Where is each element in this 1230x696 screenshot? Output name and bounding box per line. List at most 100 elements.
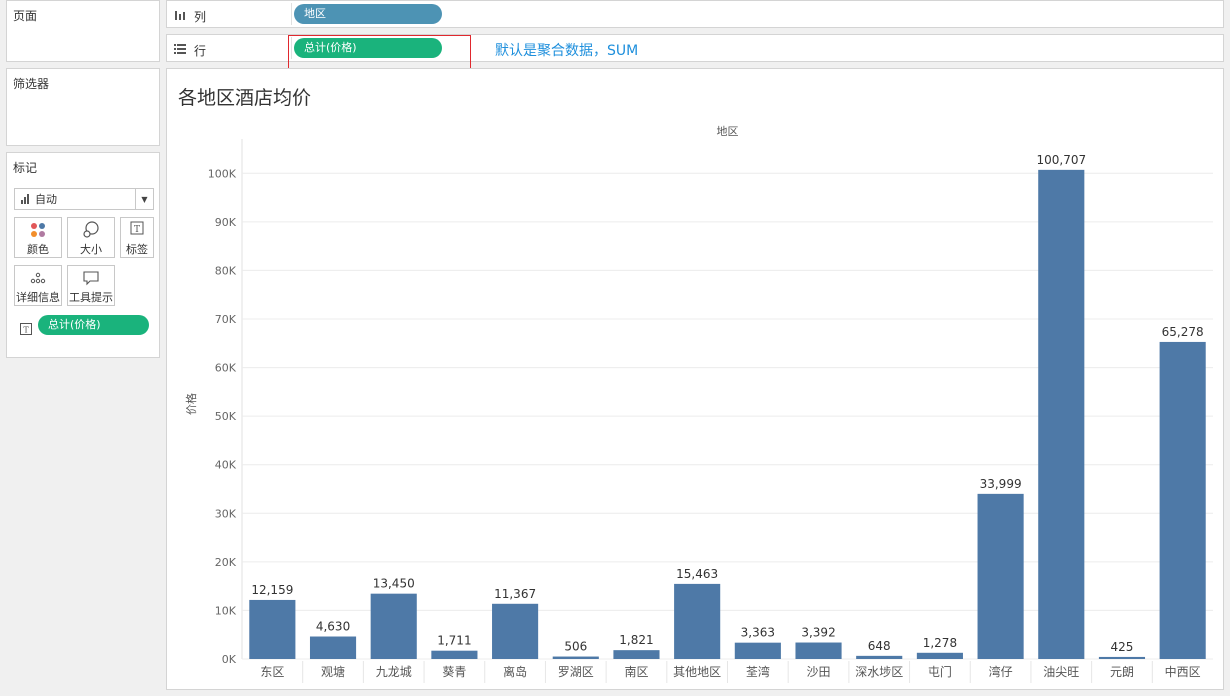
mark-type-value: 自动: [35, 193, 57, 206]
columns-shelf-label: 列: [174, 8, 206, 25]
color-dots-icon: [15, 221, 61, 241]
tooltip-icon: [68, 269, 114, 289]
bar: [916, 652, 963, 659]
y-tick-label: 0K: [222, 653, 237, 666]
marks-card: 标记 自动 ▼ 颜色 大小 T 标签 详细信息 工具提示 T 总计(价格): [6, 152, 160, 358]
label-field-pill[interactable]: 总计(价格): [38, 315, 149, 335]
bar-value-label: 3,363: [741, 626, 775, 640]
x-category-label: 观塘: [321, 664, 345, 679]
bar-value-label: 33,999: [980, 477, 1022, 491]
label-button[interactable]: T 标签: [120, 217, 154, 258]
label-label: 标签: [126, 243, 148, 256]
y-tick-label: 90K: [215, 216, 237, 229]
x-category-label: 罗湖区: [558, 664, 594, 679]
annotation-text: 默认是聚合数据，SUM: [495, 43, 639, 59]
y-tick-label: 100K: [208, 167, 237, 180]
tooltip-button[interactable]: 工具提示: [67, 265, 115, 306]
detail-button[interactable]: 详细信息: [14, 265, 62, 306]
color-label: 颜色: [27, 243, 49, 256]
y-tick-label: 40K: [215, 459, 237, 472]
bar: [309, 636, 357, 659]
pages-title: 页面: [13, 9, 38, 23]
bar-value-label: 11,367: [494, 587, 536, 601]
x-category-label: 油尖旺: [1043, 665, 1079, 679]
bar: [977, 493, 1024, 659]
y-tick-label: 60K: [215, 362, 237, 375]
bar-value-label: 15,463: [676, 567, 718, 581]
bar: [370, 593, 417, 659]
shelf-divider: [291, 3, 292, 25]
x-category-label: 东区: [260, 665, 284, 679]
y-tick-label: 30K: [215, 507, 237, 520]
x-category-label: 屯门: [928, 664, 952, 679]
bar: [795, 642, 842, 659]
y-tick-label: 80K: [215, 264, 237, 277]
bar-value-label: 12,159: [251, 583, 293, 597]
bar-value-label: 3,392: [801, 626, 835, 640]
bar: [1038, 169, 1085, 659]
bar-value-label: 648: [868, 639, 891, 653]
svg-text:T: T: [23, 326, 29, 335]
rows-icon: [174, 43, 186, 58]
bar: [1159, 341, 1206, 659]
bar-value-label: 506: [564, 640, 587, 654]
x-category-label: 沙田: [807, 665, 831, 679]
mark-type-dropdown[interactable]: 自动 ▼: [14, 188, 154, 210]
bar: [613, 650, 660, 659]
worksheet-view[interactable]: 各地区酒店均价 地区 价格 0K 10K 20K 30K 40K 50K 60K 70K 80K 90…: [166, 68, 1224, 690]
y-tick-label: 20K: [215, 556, 237, 569]
bar-value-label: 65,278: [1162, 325, 1204, 339]
bar-value-label: 13,450: [373, 577, 415, 591]
x-category-label: 深水埗区: [855, 665, 903, 679]
tooltip-label: 工具提示: [69, 291, 113, 304]
y-tick-label: 70K: [215, 313, 237, 326]
rows-label: 行: [194, 44, 207, 58]
x-category-label: 中西区: [1165, 664, 1201, 679]
bar-chart[interactable]: 地区价格 0K 10K 20K 30K 40K 50K 60K 70K 80K 90K 100K 12,…: [167, 69, 1223, 689]
columns-label: 列: [194, 10, 207, 24]
bar: [249, 599, 296, 659]
bar-chart-icon: [21, 194, 29, 204]
size-button[interactable]: 大小: [67, 217, 115, 258]
x-category-label: 湾仔: [989, 664, 1013, 679]
color-button[interactable]: 颜色: [14, 217, 62, 258]
chevron-down-icon[interactable]: ▼: [135, 189, 153, 209]
bar-value-label: 425: [1111, 640, 1134, 654]
label-icon: T: [121, 221, 153, 241]
bar-value-label: 1,711: [437, 634, 471, 648]
x-category-label: 其他地区: [673, 665, 721, 679]
marks-title: 标记: [13, 161, 38, 175]
region-dimension-pill[interactable]: 地区: [294, 4, 442, 24]
pages-panel[interactable]: 页面: [6, 0, 160, 62]
size-label: 大小: [80, 243, 102, 256]
bar: [431, 650, 478, 659]
bar: [1098, 656, 1146, 659]
rows-shelf-label: 行: [174, 42, 206, 59]
size-icon: [68, 221, 114, 241]
y-tick-label: 50K: [215, 410, 237, 423]
bar: [734, 642, 781, 659]
x-category-label: 南区: [624, 664, 648, 679]
bar-value-label: 1,278: [923, 636, 957, 650]
x-category-label: 荃湾: [746, 664, 770, 679]
column-header: 地区: [717, 125, 739, 138]
bar: [856, 655, 903, 659]
detail-icon: [15, 269, 61, 289]
bar-value-label: 100,707: [1036, 153, 1086, 167]
y-axis-label: 价格: [184, 393, 198, 415]
bar: [552, 656, 599, 659]
bar: [492, 603, 539, 659]
bar-value-label: 1,821: [619, 633, 653, 647]
x-category-label: 元朗: [1110, 665, 1134, 679]
y-tick-label: 10K: [215, 604, 237, 617]
columns-icon: [174, 9, 186, 24]
detail-label: 详细信息: [16, 291, 60, 304]
filters-panel[interactable]: 筛选器: [6, 68, 160, 146]
bar-value-label: 4,630: [316, 620, 350, 634]
columns-shelf[interactable]: 列 地区: [166, 0, 1224, 28]
x-category-label: 九龙城: [376, 665, 412, 679]
x-category-label: 葵青: [442, 665, 466, 679]
filters-title: 筛选器: [13, 77, 50, 91]
svg-text:T: T: [134, 225, 140, 235]
bar: [674, 583, 721, 659]
